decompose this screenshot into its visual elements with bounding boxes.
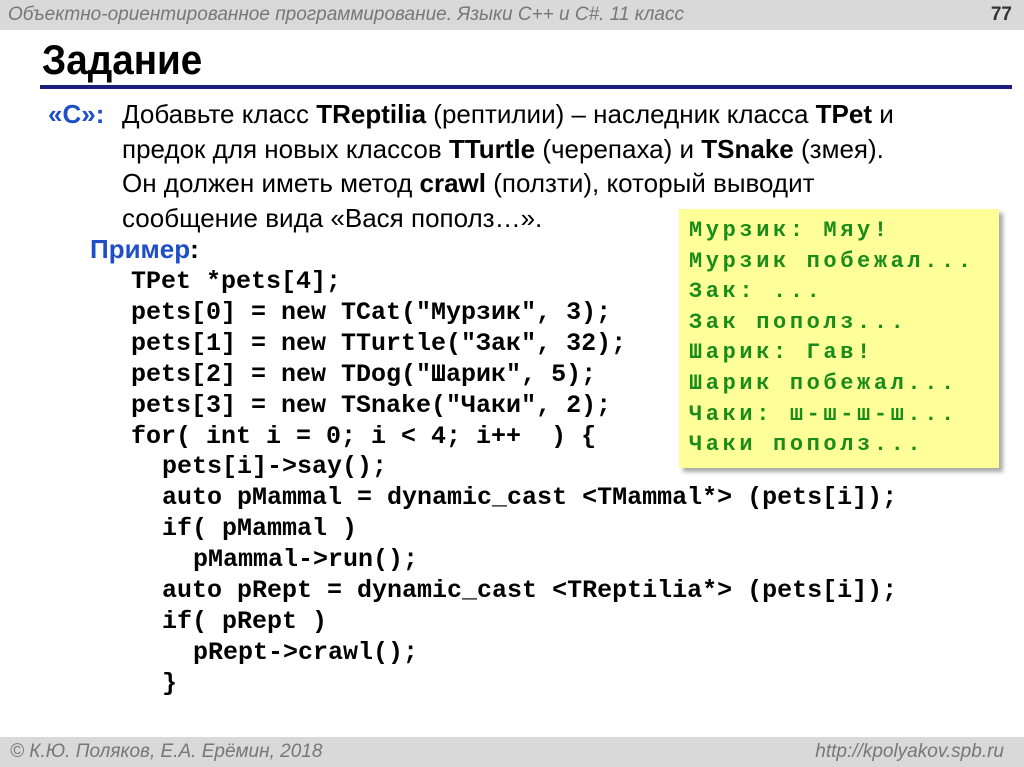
output-line: Зак пополз... bbox=[689, 309, 908, 335]
task-label: «C»: bbox=[48, 99, 105, 129]
output-line: Зак: ... bbox=[689, 279, 824, 305]
code-line: pets[i]->say(); bbox=[162, 452, 388, 482]
keyword: TReptilia bbox=[316, 99, 427, 129]
output-line: Шарик: Гав! bbox=[689, 340, 874, 366]
code-line: pRept->crawl(); bbox=[193, 637, 419, 667]
course-title: Объектно-ориентированное программировани… bbox=[8, 4, 684, 25]
task-line: предок для новых классов TTurtle (черепа… bbox=[122, 132, 884, 166]
text-segment: Добавьте класс bbox=[122, 99, 317, 129]
page-number: 77 bbox=[990, 4, 1012, 25]
slide-title: Задание bbox=[42, 36, 203, 83]
keyword: TSnake bbox=[701, 133, 794, 164]
keyword: TTurtle bbox=[448, 133, 536, 164]
code-line: pets[2] = new TDog("Шарик", 5); bbox=[131, 359, 597, 389]
text-segment: (ползти), который выводит bbox=[486, 168, 815, 198]
code-line: if( pRept ) bbox=[162, 606, 328, 636]
task-line: Добавьте класс TReptilia (рептилии) – на… bbox=[122, 97, 894, 131]
footer-bar: © К.Ю. Поляков, Е.А. Ерёмин, 2018 http:/… bbox=[0, 737, 1024, 767]
text-segment: сообщение вида «Вася пополз…». bbox=[122, 202, 543, 233]
code-line: if( pMammal ) bbox=[162, 514, 358, 544]
task-line: Он должен иметь метод crawl (ползти), ко… bbox=[122, 166, 815, 200]
code-line: for( int i = 0; i < 4; i++ ) { bbox=[131, 421, 597, 451]
text-segment: (черепаха) и bbox=[535, 133, 702, 164]
code-line: pMammal->run(); bbox=[193, 545, 419, 575]
code-line: auto pMammal = dynamic_cast <TMammal*> (… bbox=[162, 483, 898, 513]
code-line: pets[3] = new TSnake("Чаки", 2); bbox=[131, 390, 612, 420]
text-segment: и bbox=[872, 99, 894, 129]
output-line: Мурзик: Мяу! bbox=[689, 218, 891, 243]
site-url[interactable]: http://kpolyakov.spb.ru bbox=[815, 737, 1004, 767]
code-line: pets[1] = new TTurtle("Зак", 32); bbox=[131, 328, 627, 358]
example-label: Пример bbox=[90, 234, 191, 264]
task-line: сообщение вида «Вася пополз…». bbox=[122, 201, 542, 235]
keyword: crawl bbox=[419, 168, 487, 198]
title-divider bbox=[40, 85, 1012, 89]
text-segment: предок для новых классов bbox=[122, 133, 449, 164]
code-line: } bbox=[162, 668, 178, 698]
output-box: Мурзик: Мяу! Мурзик побежал... Зак: ... Зак… bbox=[679, 209, 999, 468]
text-segment: Он должен иметь метод bbox=[122, 168, 420, 198]
example-colon: : bbox=[190, 234, 199, 264]
output-line: Шарик побежал... bbox=[689, 370, 958, 396]
code-line: auto pRept = dynamic_cast <TReptilia*> (… bbox=[162, 576, 898, 605]
authors: © К.Ю. Поляков, Е.А. Ерёмин, 2018 bbox=[10, 741, 323, 762]
example-heading: Пример: bbox=[90, 232, 199, 266]
text-segment: (рептилии) – наследник класса bbox=[426, 99, 816, 129]
output-line: Мурзик побежал... bbox=[689, 248, 975, 274]
text-segment: (змея). bbox=[793, 133, 884, 164]
keyword: TPet bbox=[815, 99, 873, 129]
header-bar: Объектно-ориентированное программировани… bbox=[0, 0, 1024, 30]
output-line: Чаки пополз... bbox=[689, 432, 925, 458]
code-line: pets[0] = new TCat("Мурзик", 3); bbox=[131, 297, 612, 327]
code-line: TPet *pets[4]; bbox=[131, 267, 342, 296]
output-line: Чаки: ш-ш-ш-ш... bbox=[689, 401, 958, 427]
